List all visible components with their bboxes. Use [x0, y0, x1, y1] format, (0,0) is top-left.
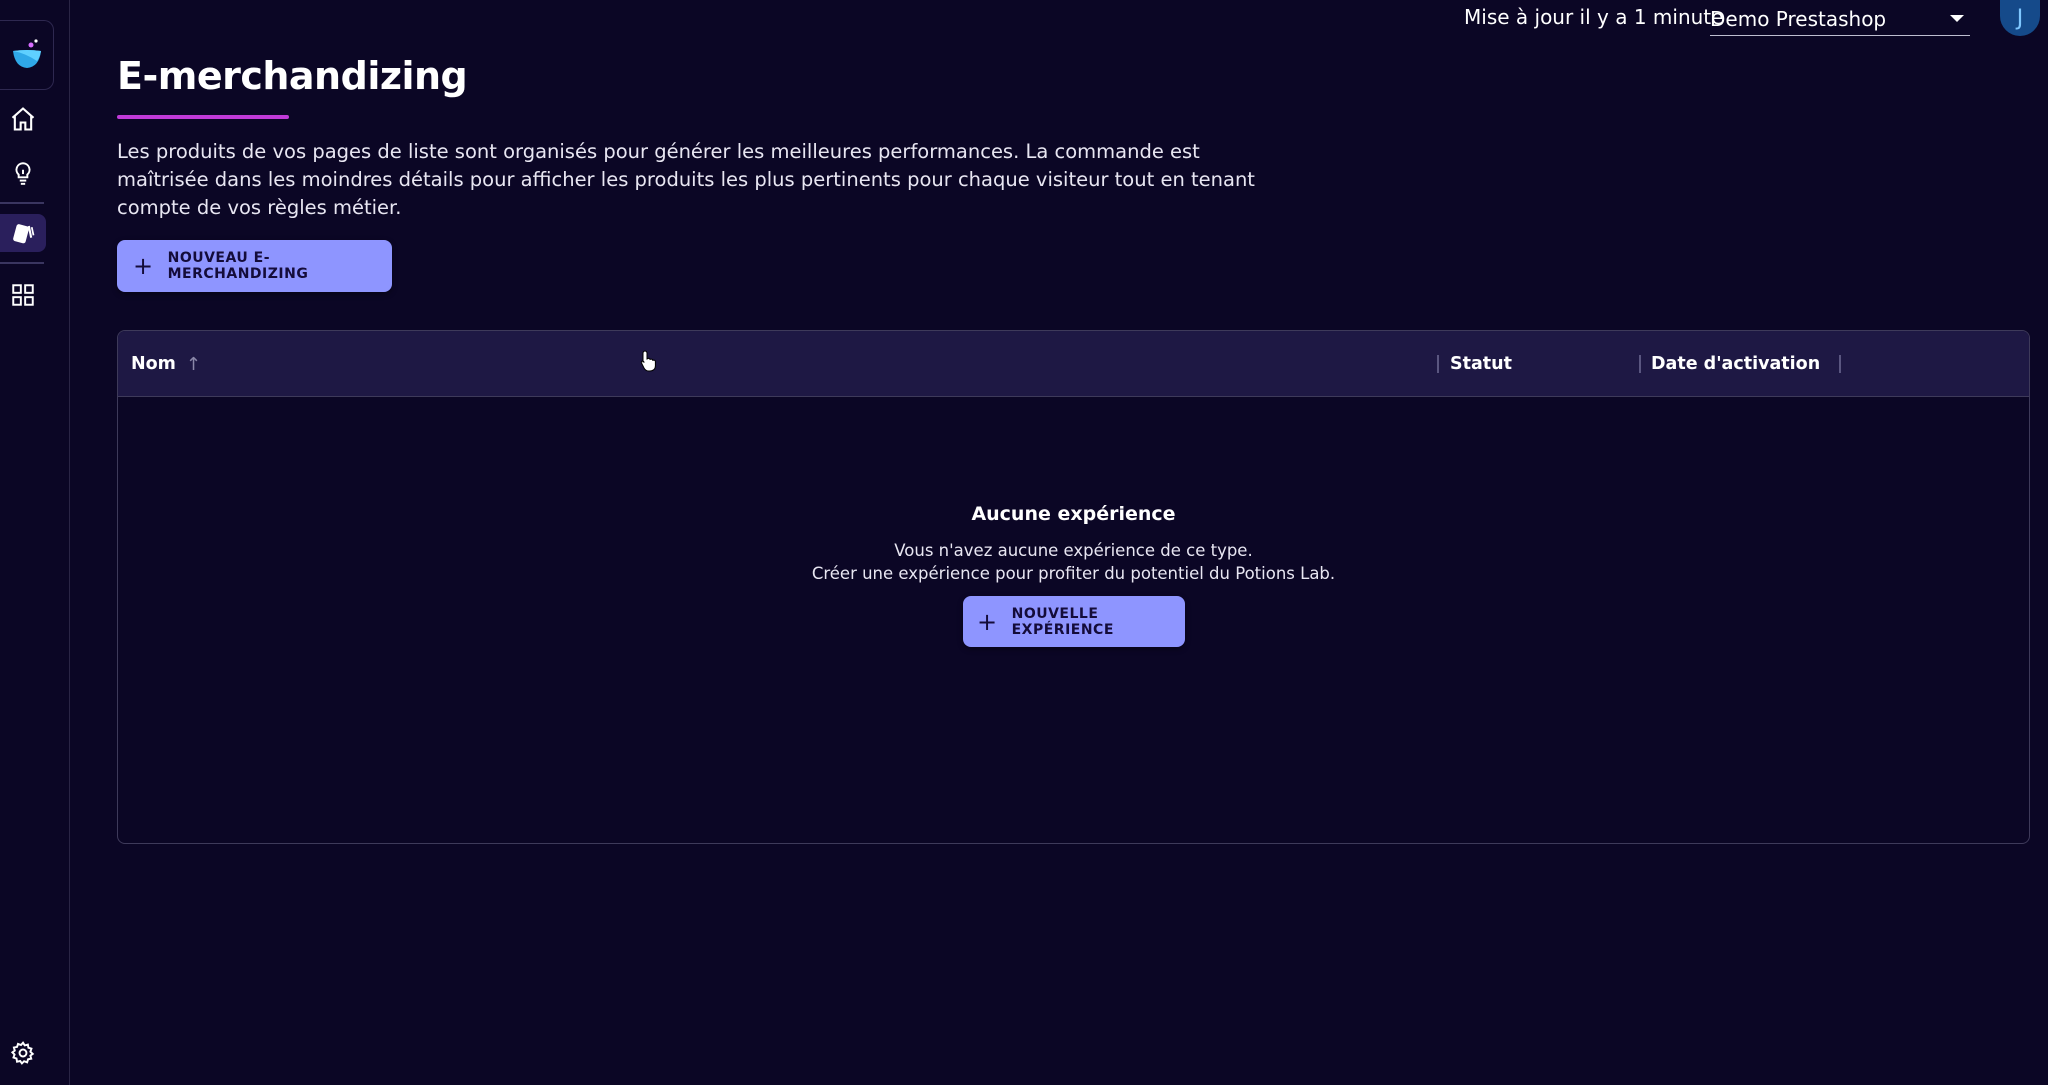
update-status: Mise à jour il y a 1 minute — [1464, 5, 1724, 29]
home-icon — [11, 107, 35, 131]
lightbulb-icon — [15, 162, 31, 185]
chevron-down-icon — [1950, 15, 1964, 22]
sort-arrow-up-icon[interactable]: ↑ — [186, 354, 201, 375]
column-header-date-activation[interactable]: Date d'activation — [1651, 331, 1820, 397]
empty-state-text: Vous n'avez aucune expérience de ce type… — [894, 541, 1253, 560]
sidebar-item-settings[interactable] — [4, 1034, 42, 1072]
cards-icon — [13, 224, 35, 244]
sidebar-item-ideas[interactable] — [4, 154, 42, 192]
potion-logo-icon — [12, 39, 41, 68]
sidebar-item-home[interactable] — [4, 100, 42, 138]
new-emerchandizing-button[interactable]: + NOUVEAU E-MERCHANDIZING — [117, 240, 392, 292]
column-header-statut[interactable]: Statut — [1450, 331, 1512, 397]
empty-state-title: Aucune expérience — [971, 503, 1176, 525]
column-separator[interactable] — [1839, 355, 1841, 373]
column-label-nom: Nom — [131, 354, 176, 374]
column-label-statut: Statut — [1450, 354, 1512, 374]
gear-icon — [10, 1041, 35, 1065]
column-header-nom[interactable]: Nom ↑ — [131, 331, 201, 397]
new-experience-button[interactable]: + NOUVELLE EXPÉRIENCE — [963, 596, 1185, 647]
table-header: Nom ↑ Statut Date d'activation — [118, 331, 2029, 397]
plus-icon: + — [133, 252, 154, 280]
column-label-date-activation: Date d'activation — [1651, 354, 1821, 374]
sidebar-divider — [0, 262, 44, 264]
app-logo[interactable] — [0, 20, 54, 90]
empty-state-text: Créer une expérience pour profiter du po… — [811, 564, 1336, 583]
new-experience-label: NOUVELLE EXPÉRIENCE — [1011, 605, 1114, 638]
experiences-table: Nom ↑ Statut Date d'activation Aucune ex… — [117, 330, 2030, 844]
sidebar-item-experiences[interactable] — [0, 214, 46, 252]
column-separator[interactable] — [1437, 355, 1439, 373]
sidebar-item-apps[interactable] — [4, 276, 42, 314]
grid-icon — [12, 284, 34, 306]
new-emerchandizing-label: NOUVEAU E-MERCHANDIZING — [167, 250, 309, 282]
page-description: Les produits de vos pages de liste sont … — [117, 140, 1255, 219]
column-separator[interactable] — [1639, 355, 1641, 373]
plus-icon: + — [977, 607, 998, 636]
page-title: E-merchandizing — [117, 54, 468, 98]
sidebar-divider — [0, 202, 44, 204]
shop-select-value: Demo Prestashop — [1710, 6, 1887, 31]
avatar[interactable]: J — [2000, 0, 2040, 36]
title-underline — [117, 115, 289, 119]
sidebar — [0, 0, 70, 1085]
shop-select[interactable]: Demo Prestashop — [1710, 2, 1970, 36]
hand-cursor-icon — [640, 350, 656, 372]
